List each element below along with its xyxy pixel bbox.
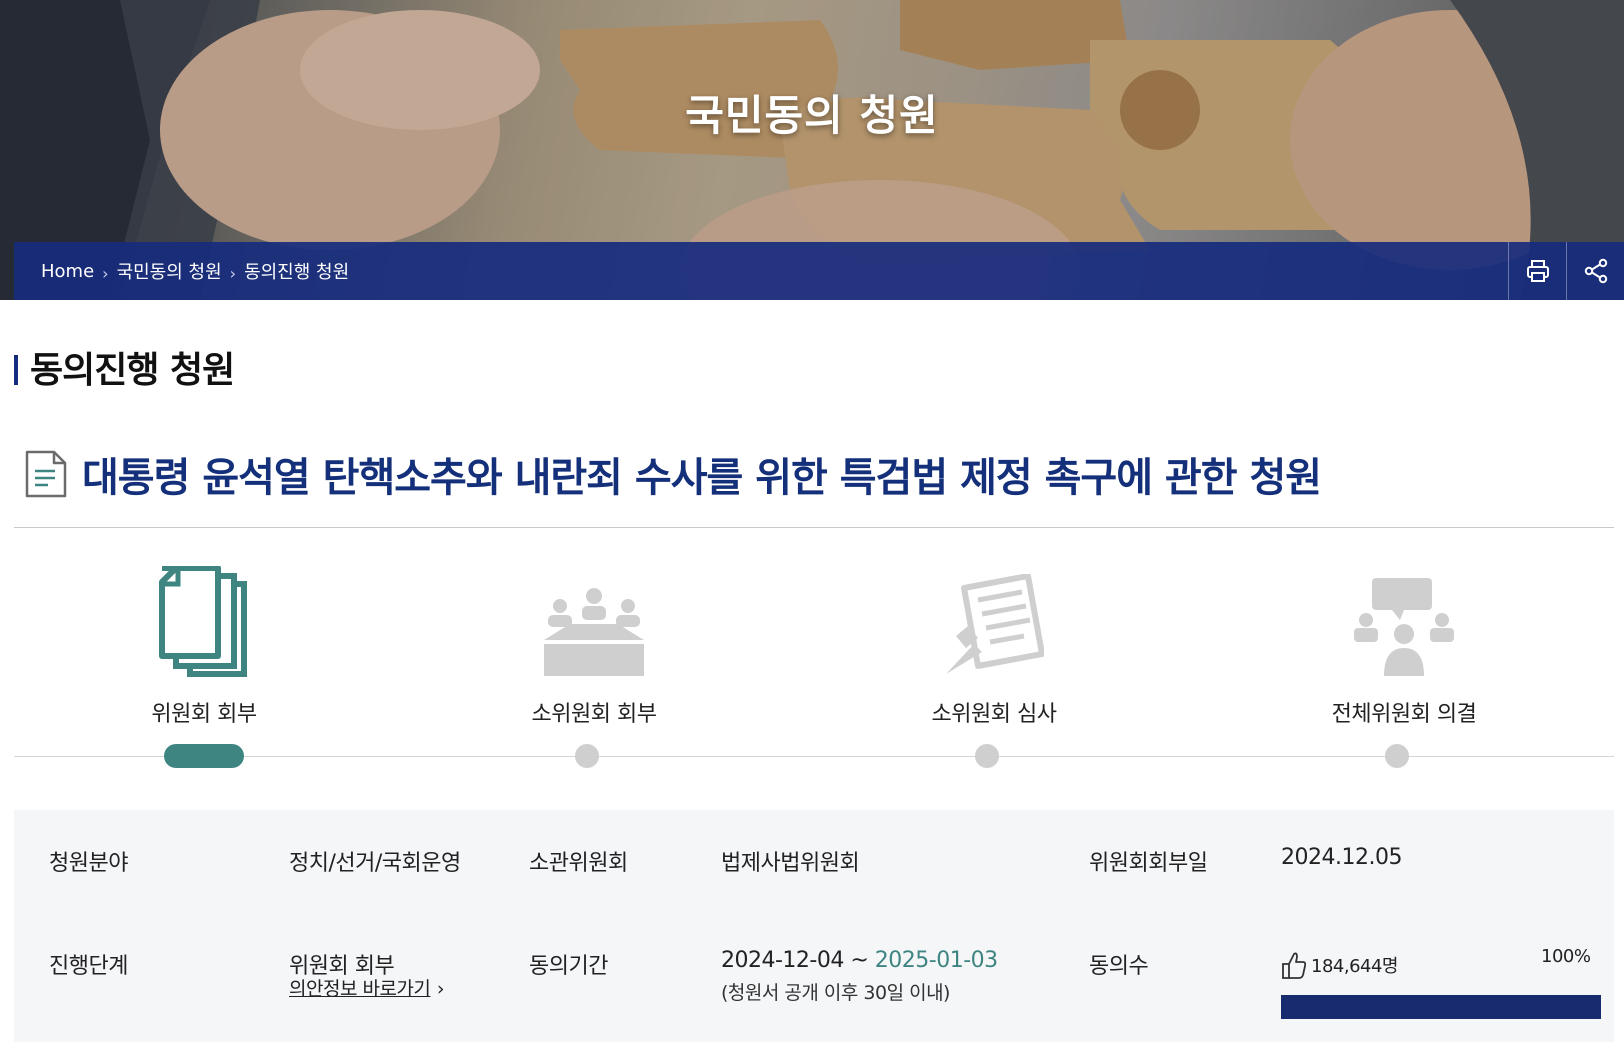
chevron-right-icon: › bbox=[436, 978, 445, 1000]
breadcrumb-petitions[interactable]: 국민동의 청원 bbox=[117, 258, 222, 284]
chevron-right-icon: › bbox=[229, 263, 237, 283]
section-heading: 동의진행 청원 bbox=[14, 345, 235, 391]
page-title: 동의진행 청원 bbox=[30, 350, 235, 391]
heading-accent-bar bbox=[14, 355, 18, 385]
field-label: 청원분야 bbox=[49, 851, 128, 876]
step-label: 소위원회 회부 bbox=[531, 702, 657, 727]
document-icon bbox=[25, 450, 67, 498]
agree-progress-fill bbox=[1281, 995, 1601, 1019]
breadcrumb-bar: Home › 국민동의 청원 › 동의진행 청원 bbox=[14, 242, 1624, 300]
agree-progress-bar bbox=[1281, 995, 1601, 1019]
agree-label: 동의수 bbox=[1089, 954, 1149, 979]
bill-info-link-text[interactable]: 의안정보 바로가기 bbox=[289, 978, 431, 1000]
step-label: 전체위원회 의결 bbox=[1331, 702, 1477, 727]
breadcrumb-current[interactable]: 동의진행 청원 bbox=[244, 258, 349, 284]
share-icon bbox=[1584, 258, 1607, 284]
meeting-table-icon bbox=[544, 588, 644, 676]
step-full-committee-resolution: 전체위원회 의결 bbox=[1304, 560, 1504, 728]
breadcrumb: Home › 국민동의 청원 › 동의진행 청원 bbox=[14, 242, 1508, 300]
hero-banner: 국민동의 청원 Home › 국민동의 청원 › 동의진행 청원 bbox=[0, 0, 1624, 300]
field-value: 정치/선거/국회운영 bbox=[289, 851, 461, 876]
share-button[interactable] bbox=[1566, 242, 1624, 300]
review-document-icon bbox=[946, 574, 1044, 674]
agree-count: 184,644명 bbox=[1281, 950, 1399, 980]
referral-date-value: 2024.12.05 bbox=[1281, 845, 1402, 870]
period-end: 2025-01-03 bbox=[874, 948, 998, 973]
hero-title: 국민동의 청원 bbox=[685, 91, 939, 140]
steps-track-line bbox=[14, 756, 1614, 757]
step-dot bbox=[975, 744, 999, 768]
title-divider bbox=[14, 527, 1614, 528]
stacked-documents-icon bbox=[159, 566, 247, 677]
step-label: 소위원회 심사 bbox=[931, 702, 1057, 727]
referral-date-label: 위원회회부일 bbox=[1089, 851, 1208, 876]
petition-title: 대통령 윤석열 탄핵소추와 내란죄 수사를 위한 특검법 제정 촉구에 관한 청… bbox=[82, 455, 1322, 501]
breadcrumb-home[interactable]: Home bbox=[41, 261, 94, 282]
agree-count-value: 184,644명 bbox=[1311, 956, 1399, 977]
step-subcommittee-referral: 소위원회 회부 bbox=[494, 560, 694, 728]
printer-icon bbox=[1526, 260, 1549, 282]
petition-info-table: 청원분야 정치/선거/국회운영 소관위원회 법제사법위원회 위원회회부일 202… bbox=[14, 810, 1614, 1042]
discussion-group-icon bbox=[1354, 578, 1454, 676]
stage-label: 진행단계 bbox=[49, 954, 128, 979]
petition-title-row: 대통령 윤석열 탄핵소추와 내란죄 수사를 위한 특검법 제정 촉구에 관한 청… bbox=[14, 445, 1614, 503]
period-value: 2024-12-04 ~ 2025-01-03 bbox=[721, 948, 998, 973]
progress-steps: 위원회 회부 소위원회 회부 소위원회 심사 전체위원회 의결 bbox=[14, 560, 1614, 775]
print-button[interactable] bbox=[1508, 242, 1566, 300]
step-dot bbox=[1385, 744, 1409, 768]
step-dot bbox=[575, 744, 599, 768]
period-note: (청원서 공개 이후 30일 이내) bbox=[721, 982, 950, 1004]
committee-label: 소관위원회 bbox=[529, 851, 628, 876]
step-committee-referral: 위원회 회부 bbox=[104, 560, 304, 728]
thumbs-up-icon bbox=[1282, 952, 1307, 979]
bill-info-link[interactable]: 의안정보 바로가기 › bbox=[289, 974, 445, 1001]
period-label: 동의기간 bbox=[529, 954, 608, 979]
step-label: 위원회 회부 bbox=[151, 702, 257, 727]
step-subcommittee-review: 소위원회 심사 bbox=[894, 560, 1094, 728]
agree-percent: 100% bbox=[1541, 946, 1591, 967]
chevron-right-icon: › bbox=[102, 263, 109, 283]
committee-value: 법제사법위원회 bbox=[721, 851, 860, 876]
period-start: 2024-12-04 ~ bbox=[721, 948, 875, 973]
step-dot-active bbox=[164, 744, 244, 768]
